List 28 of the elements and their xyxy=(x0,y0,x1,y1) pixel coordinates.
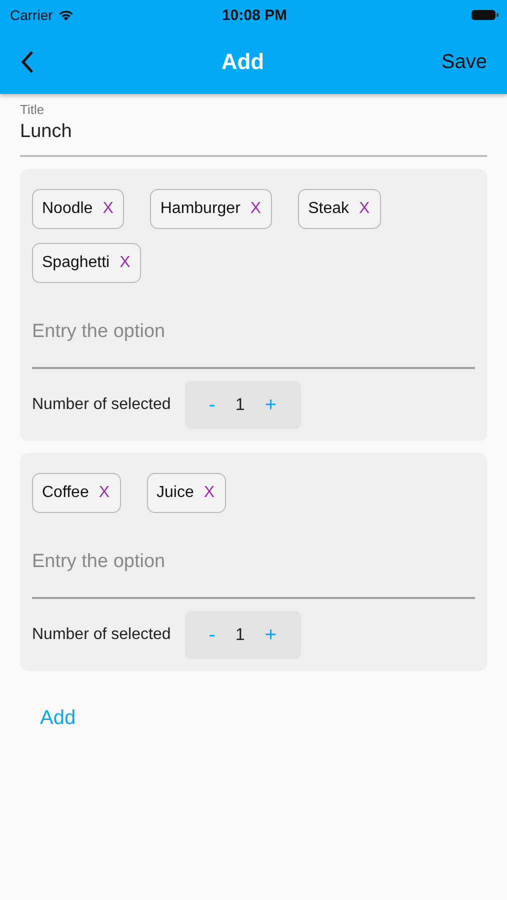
field-label: Title xyxy=(20,102,46,117)
remove-button[interactable]: X xyxy=(250,200,262,218)
count-value: 1 xyxy=(235,395,245,415)
count-label: Number of selected xyxy=(32,626,171,644)
back-chevron-icon xyxy=(20,50,34,74)
option-input-field[interactable]: Entry the option xyxy=(32,313,475,369)
remove-button[interactable]: X xyxy=(204,484,215,502)
chip-label: Hamburger xyxy=(160,200,240,218)
chip-label: Noodle xyxy=(42,200,93,218)
chip-label: Steak xyxy=(308,200,349,218)
field-value: Lunch xyxy=(20,121,73,143)
remove-button[interactable]: X xyxy=(98,484,110,502)
battery-icon xyxy=(470,9,499,21)
title-field[interactable]: Title Lunch xyxy=(20,102,487,157)
chip-label: Coffee xyxy=(42,484,89,502)
chip-label: Spaghetti xyxy=(42,254,110,272)
remove-button[interactable]: X xyxy=(359,200,370,218)
count-value: 1 xyxy=(235,625,245,645)
remove-button[interactable]: X xyxy=(102,200,114,218)
option-input-field[interactable]: Entry the option xyxy=(32,543,475,599)
wifi-icon xyxy=(58,9,74,21)
count-label: Number of selected xyxy=(32,396,171,414)
chip-label: Juice xyxy=(156,484,194,502)
save-button[interactable]: Save xyxy=(441,50,487,74)
carrier-label: Carrier xyxy=(10,7,53,23)
remove-button[interactable]: X xyxy=(120,254,130,272)
status-time: 10:08 PM xyxy=(222,6,288,24)
page-title: Add xyxy=(221,49,264,75)
